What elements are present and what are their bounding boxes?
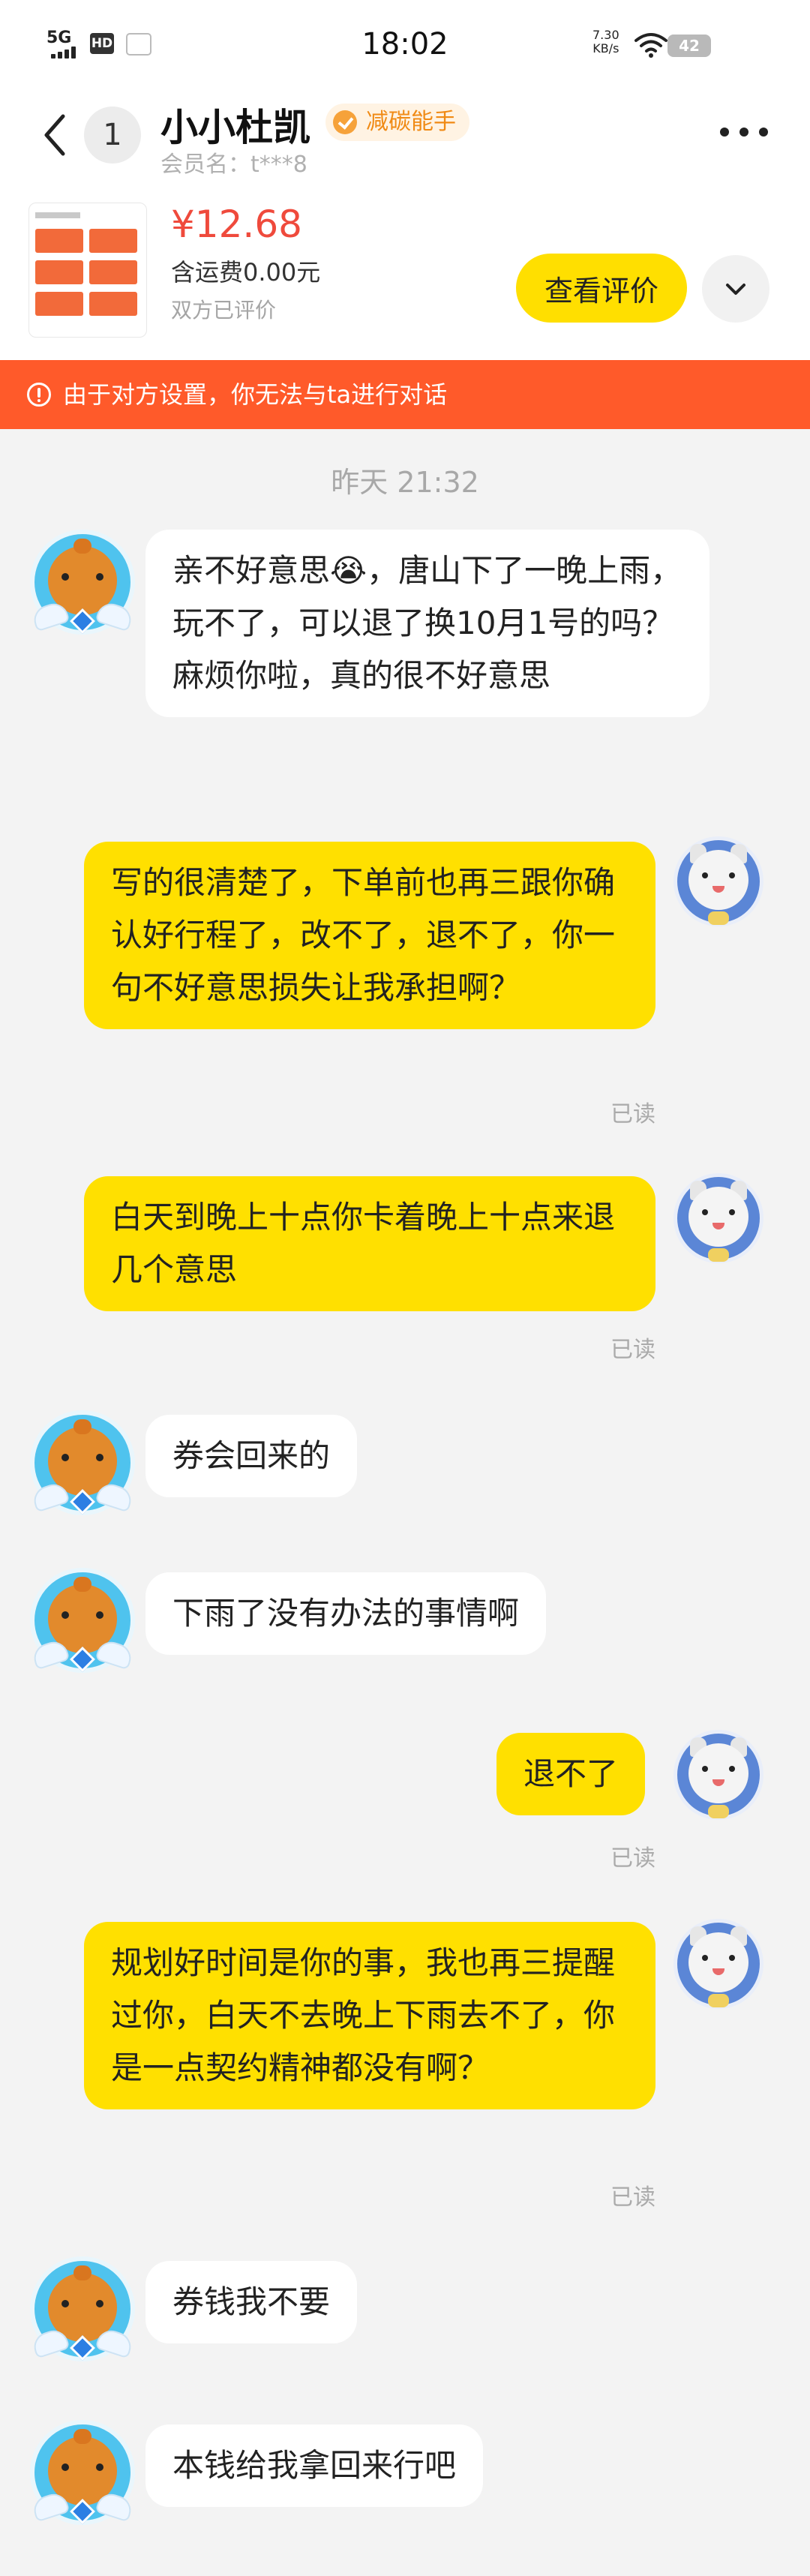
message-bubble-incoming[interactable]: 本钱给我拿回来行吧 (146, 2424, 484, 2507)
contact-avatar[interactable] (30, 1410, 135, 1515)
expand-button[interactable] (702, 255, 770, 323)
back-arrow-icon[interactable] (38, 109, 75, 161)
leaf-check-icon (333, 110, 357, 134)
member-name: 会员名：t***8 (160, 152, 308, 178)
wifi-icon (634, 33, 668, 58)
chat-disabled-banner: 由于对方设置，你无法与ta进行对话 (0, 360, 810, 429)
order-price: ¥12.68 (171, 203, 302, 246)
more-options-icon[interactable] (720, 120, 780, 143)
message-bubble-incoming[interactable]: 券钱我不要 (146, 2261, 358, 2343)
read-status: 已读 (610, 1101, 656, 1127)
my-avatar[interactable] (674, 836, 778, 941)
message-bubble-outgoing[interactable]: 规划好时间是你的事，我也再三提醒过你，白天不去晚上下雨去不了，你是一点契约精神都… (84, 1922, 656, 2109)
message-bubble-outgoing[interactable]: 白天到晚上十点你卡着晚上十点来退几个意思 (84, 1176, 656, 1311)
view-review-button[interactable]: 查看评价 (516, 254, 687, 323)
read-status: 已读 (610, 1337, 656, 1363)
network-speed: 7.30 KB/s (592, 28, 620, 56)
status-bar: 5G HD 18:02 7.30 KB/s 42 (0, 0, 810, 90)
contact-avatar[interactable] (30, 530, 135, 635)
read-status: 已读 (610, 2184, 656, 2211)
contact-name[interactable]: 小小杜凯 (160, 98, 310, 152)
review-status: 双方已评价 (171, 298, 277, 323)
message-bubble-incoming[interactable]: 亲不好意思😭，唐山下了一晚上雨，玩不了，可以退了换10月1号的吗？麻烦你啦，真的… (146, 530, 710, 717)
chat-timestamp: 昨天 21:32 (331, 466, 479, 499)
product-thumbnail[interactable] (28, 203, 147, 338)
contact-avatar[interactable] (30, 2420, 135, 2525)
my-avatar[interactable] (674, 1919, 778, 2024)
message-bubble-outgoing[interactable]: 写的很清楚了，下单前也再三跟你确认好行程了，改不了，退不了，你一句不好意思损失让… (84, 842, 656, 1029)
battery-icon: 42 (668, 35, 711, 57)
contact-avatar[interactable] (30, 2256, 135, 2361)
warning-icon (27, 383, 51, 407)
order-card[interactable]: ¥12.68 含运费0.00元 双方已评价 查看评价 (0, 188, 810, 360)
shipping-fee: 含运费0.00元 (171, 258, 321, 287)
chat-header: 1 小小杜凯 减碳能手 会员名：t***8 (0, 90, 810, 180)
top-bar: 5G HD 18:02 7.30 KB/s 42 1 小小杜凯 减碳能手 会员名… (0, 0, 810, 360)
read-status: 已读 (610, 1845, 656, 1872)
chevron-down-icon (726, 284, 746, 295)
my-avatar[interactable] (674, 1730, 778, 1835)
message-bubble-incoming[interactable]: 下雨了没有办法的事情啊 (146, 1572, 547, 1655)
unread-count-badge[interactable]: 1 (84, 107, 141, 164)
carbon-badge[interactable]: 减碳能手 (326, 104, 470, 141)
contact-avatar[interactable] (30, 1568, 135, 1673)
message-bubble-incoming[interactable]: 券会回来的 (146, 1415, 358, 1497)
message-bubble-outgoing[interactable]: 退不了 (496, 1733, 646, 1815)
my-avatar[interactable] (674, 1173, 778, 1278)
